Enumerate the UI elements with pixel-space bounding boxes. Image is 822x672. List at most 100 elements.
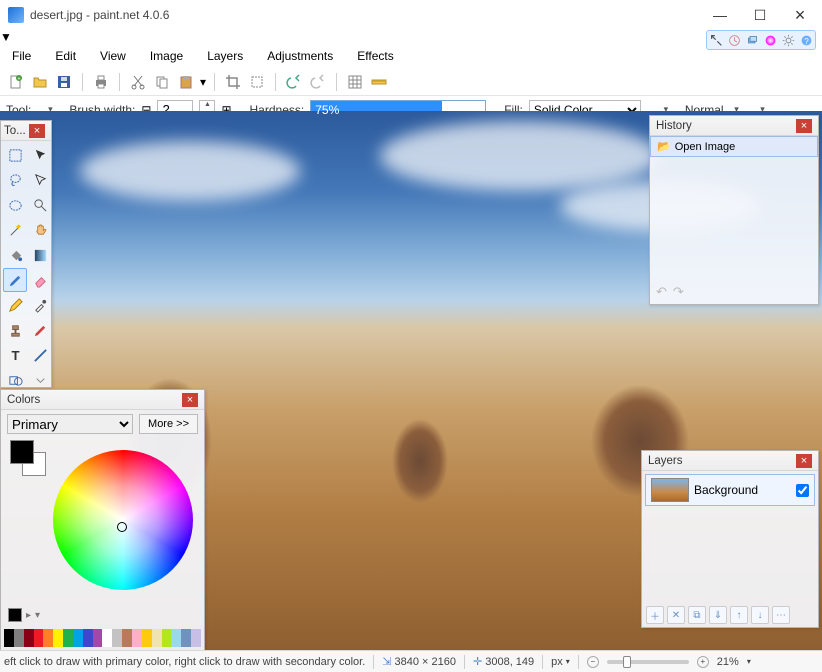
- color-mode-select[interactable]: Primary: [7, 414, 133, 434]
- history-redo-icon[interactable]: ↷: [673, 284, 684, 300]
- paste-dropdown[interactable]: ▾: [200, 75, 206, 89]
- status-unit[interactable]: px: [551, 656, 563, 668]
- palette-swatch[interactable]: [171, 629, 181, 647]
- palette-swatch[interactable]: [63, 629, 73, 647]
- deselect-button[interactable]: [247, 72, 267, 92]
- grid-button[interactable]: [345, 72, 365, 92]
- menu-image[interactable]: Image: [142, 46, 191, 66]
- menu-view[interactable]: View: [92, 46, 134, 66]
- colors-window-toggle[interactable]: [761, 31, 779, 49]
- palette-swatch[interactable]: [162, 629, 172, 647]
- thumbnail-dropdown-icon[interactable]: ▼: [0, 30, 822, 44]
- palette-swatch[interactable]: [24, 629, 34, 647]
- magic-wand-tool[interactable]: [3, 218, 27, 242]
- palette-row[interactable]: [4, 629, 201, 647]
- add-layer-button[interactable]: ＋: [646, 606, 664, 624]
- open-button[interactable]: [30, 72, 50, 92]
- history-window-toggle[interactable]: [725, 31, 743, 49]
- undo-button[interactable]: [284, 72, 304, 92]
- palette-swatch[interactable]: [93, 629, 103, 647]
- palette-current-swatch[interactable]: [8, 608, 22, 622]
- history-panel-close[interactable]: ×: [796, 119, 812, 133]
- copy-button[interactable]: [152, 72, 172, 92]
- layer-properties-button[interactable]: ⋯: [772, 606, 790, 624]
- clone-stamp-tool[interactable]: [3, 318, 27, 342]
- ellipse-select-tool[interactable]: [3, 193, 27, 217]
- print-button[interactable]: [91, 72, 111, 92]
- gradient-tool[interactable]: [28, 243, 52, 267]
- menu-edit[interactable]: Edit: [47, 46, 84, 66]
- eraser-tool[interactable]: [28, 268, 52, 292]
- colors-panel-close[interactable]: ×: [182, 393, 198, 407]
- zoom-out-icon[interactable]: −: [587, 656, 599, 668]
- move-selection-tool[interactable]: [28, 143, 52, 167]
- cut-button[interactable]: [128, 72, 148, 92]
- palette-swatch[interactable]: [132, 629, 142, 647]
- palette-swatch[interactable]: [142, 629, 152, 647]
- colors-more-button[interactable]: More >>: [139, 414, 198, 434]
- layer-visible-checkbox[interactable]: [796, 484, 809, 497]
- history-undo-icon[interactable]: ↶: [656, 284, 667, 300]
- line-tool[interactable]: [28, 343, 52, 367]
- zoom-dropdown-icon[interactable]: ▾: [747, 657, 751, 666]
- close-button[interactable]: ×: [780, 2, 820, 28]
- palette-swatch[interactable]: [73, 629, 83, 647]
- delete-layer-button[interactable]: ✕: [667, 606, 685, 624]
- palette-swatch[interactable]: [112, 629, 122, 647]
- pencil-tool[interactable]: [3, 293, 27, 317]
- color-wheel-cursor[interactable]: [117, 522, 127, 532]
- crop-button[interactable]: [223, 72, 243, 92]
- unit-dropdown-icon[interactable]: ▾: [566, 657, 570, 666]
- move-layer-up-button[interactable]: ↑: [730, 606, 748, 624]
- move-layer-down-button[interactable]: ↓: [751, 606, 769, 624]
- fill-tool[interactable]: [3, 243, 27, 267]
- tools-window-toggle[interactable]: [707, 31, 725, 49]
- lasso-tool[interactable]: [3, 168, 27, 192]
- palette-swatch[interactable]: [122, 629, 132, 647]
- palette-swatch[interactable]: [83, 629, 93, 647]
- merge-layer-button[interactable]: ⇓: [709, 606, 727, 624]
- minimize-button[interactable]: —: [700, 2, 740, 28]
- menu-effects[interactable]: Effects: [349, 46, 401, 66]
- new-button[interactable]: +: [6, 72, 26, 92]
- paintbrush-tool[interactable]: [3, 268, 27, 292]
- move-pixels-tool[interactable]: [28, 168, 52, 192]
- layers-panel-close[interactable]: ×: [796, 454, 812, 468]
- menu-layers[interactable]: Layers: [199, 46, 251, 66]
- menu-file[interactable]: File: [4, 46, 39, 66]
- palette-menu-dropdown[interactable]: ▾: [35, 610, 40, 621]
- rect-select-tool[interactable]: [3, 143, 27, 167]
- history-item[interactable]: 📂 Open Image: [650, 136, 818, 157]
- zoom-slider[interactable]: [607, 660, 689, 664]
- palette-swatch[interactable]: [14, 629, 24, 647]
- settings-button[interactable]: [779, 31, 797, 49]
- duplicate-layer-button[interactable]: ⧉: [688, 606, 706, 624]
- color-swatches[interactable]: [10, 440, 46, 476]
- menu-adjustments[interactable]: Adjustments: [259, 46, 341, 66]
- color-picker-tool[interactable]: [28, 293, 52, 317]
- save-button[interactable]: [54, 72, 74, 92]
- zoom-in-icon[interactable]: +: [697, 656, 709, 668]
- maximize-button[interactable]: ☐: [740, 2, 780, 28]
- palette-swatch[interactable]: [102, 629, 112, 647]
- layer-row[interactable]: Background: [645, 474, 815, 506]
- text-tool[interactable]: T: [3, 343, 27, 367]
- palette-swatch[interactable]: [34, 629, 44, 647]
- zoom-tool[interactable]: [28, 193, 52, 217]
- palette-swatch[interactable]: [191, 629, 201, 647]
- palette-swatch[interactable]: [53, 629, 63, 647]
- palette-swatch[interactable]: [4, 629, 14, 647]
- color-wheel[interactable]: [53, 450, 193, 590]
- paste-button[interactable]: [176, 72, 196, 92]
- tools-panel-close[interactable]: ×: [29, 124, 45, 138]
- palette-swatch[interactable]: [152, 629, 162, 647]
- palette-swatch[interactable]: [181, 629, 191, 647]
- palette-add-icon[interactable]: ▸: [26, 610, 31, 621]
- help-button[interactable]: ?: [797, 31, 815, 49]
- recolor-tool[interactable]: [28, 318, 52, 342]
- status-zoom[interactable]: 21%: [717, 656, 739, 668]
- primary-color-swatch[interactable]: [10, 440, 34, 464]
- ruler-button[interactable]: [369, 72, 389, 92]
- layers-window-toggle[interactable]: [743, 31, 761, 49]
- pan-tool[interactable]: [28, 218, 52, 242]
